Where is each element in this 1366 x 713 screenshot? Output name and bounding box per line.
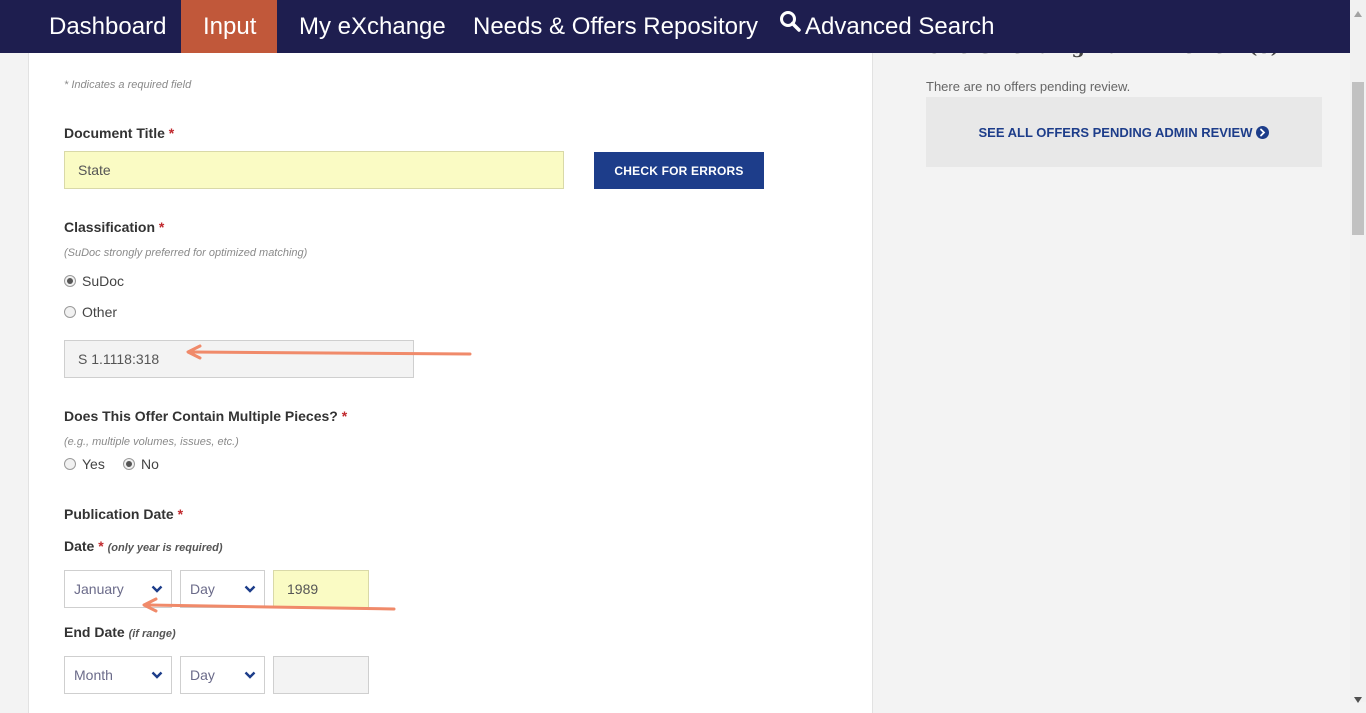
publication-date-label: Publication Date * <box>64 506 184 522</box>
radio-sudoc[interactable]: SuDoc <box>64 273 124 289</box>
document-title-label: Document Title * <box>64 125 175 141</box>
publication-month-select[interactable]: January <box>64 570 172 608</box>
classification-label: Classification * <box>64 219 165 235</box>
radio-no-label: No <box>141 456 159 472</box>
top-nav: Dashboard Input My eXchange Needs & Offe… <box>0 0 1350 53</box>
main-form-panel: * Indicates a required field Document Ti… <box>28 53 873 713</box>
scrollbar-thumb[interactable] <box>1352 82 1364 235</box>
radio-other[interactable]: Other <box>64 304 117 320</box>
radio-other-circle[interactable] <box>64 306 76 318</box>
search-icon <box>779 0 801 51</box>
radio-no-circle[interactable] <box>123 458 135 470</box>
scroll-down-icon[interactable] <box>1354 690 1362 703</box>
chevron-down-icon <box>244 671 256 679</box>
radio-sudoc-circle[interactable] <box>64 275 76 287</box>
sidebar-empty-text: There are no offers pending review. <box>926 79 1131 94</box>
radio-yes-circle[interactable] <box>64 458 76 470</box>
end-day-select[interactable]: Day <box>180 656 265 694</box>
radio-yes-label: Yes <box>82 456 105 472</box>
radio-other-label: Other <box>82 304 118 320</box>
end-month-value: Month <box>74 667 113 683</box>
arrow-circle-right-icon <box>1256 125 1270 139</box>
nav-my-exchange[interactable]: My eXchange <box>277 0 468 53</box>
end-day-value: Day <box>190 667 215 683</box>
see-all-offers-link[interactable]: SEE ALL OFFERS PENDING ADMIN REVIEW <box>979 125 1270 140</box>
publication-day-select[interactable]: Day <box>180 570 265 608</box>
radio-no[interactable]: No <box>123 456 159 472</box>
chevron-down-icon <box>151 585 163 593</box>
publication-year-input[interactable]: 1989 <box>273 570 369 608</box>
nav-dashboard[interactable]: Dashboard <box>27 0 188 53</box>
multiple-pieces-hint: (e.g., multiple volumes, issues, etc.) <box>64 436 239 448</box>
end-month-select[interactable]: Month <box>64 656 172 694</box>
scroll-up-icon[interactable] <box>1354 4 1362 17</box>
publication-day-value: Day <box>190 581 215 597</box>
classification-number-input[interactable]: S 1.1118:318 <box>64 340 414 378</box>
end-date-label: End Date (if range) <box>64 624 176 640</box>
publication-month-value: January <box>74 581 124 597</box>
radio-yes[interactable]: Yes <box>64 456 105 472</box>
required-field-note: * Indicates a required field <box>64 79 192 91</box>
document-title-input[interactable]: State <box>64 151 564 189</box>
date-hint: (only year is required) <box>107 542 223 554</box>
end-date-hint: (if range) <box>128 628 176 640</box>
classification-hint: (SuDoc strongly preferred for optimized … <box>64 247 308 259</box>
nav-needs-offers-repository[interactable]: Needs & Offers Repository <box>451 0 780 53</box>
multiple-pieces-label: Does This Offer Contain Multiple Pieces?… <box>64 408 348 424</box>
nav-advanced-search[interactable]: Advanced Search <box>757 0 1016 53</box>
radio-sudoc-label: SuDoc <box>82 273 125 289</box>
date-label: Date * (only year is required) <box>64 538 223 554</box>
check-for-errors-button[interactable]: CHECK FOR ERRORS <box>594 152 764 189</box>
sidebar-link-box: SEE ALL OFFERS PENDING ADMIN REVIEW <box>926 97 1322 167</box>
chevron-down-icon <box>244 585 256 593</box>
nav-advanced-search-label: Advanced Search <box>805 13 995 40</box>
chevron-down-icon <box>151 671 163 679</box>
end-year-input[interactable] <box>273 656 369 694</box>
see-all-offers-label: SEE ALL OFFERS PENDING ADMIN REVIEW <box>978 124 1253 140</box>
nav-input[interactable]: Input <box>181 0 277 53</box>
